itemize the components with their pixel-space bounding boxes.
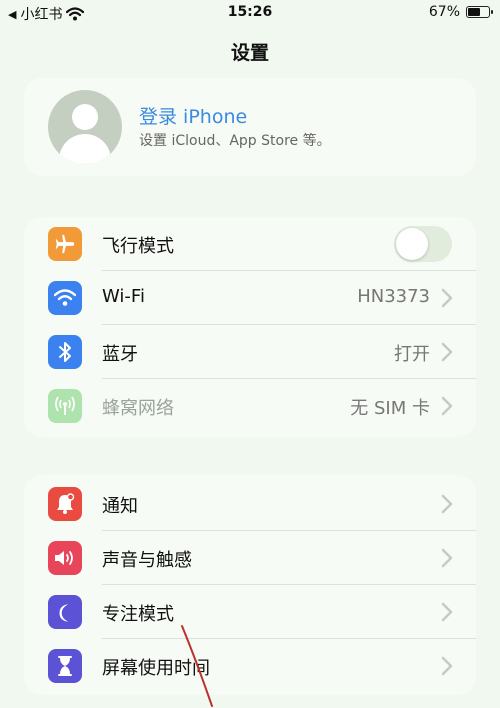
- notification-bell-icon: [48, 487, 82, 521]
- settings-row-bluetooth[interactable]: 蓝牙 打开: [24, 325, 476, 379]
- row-label: Wi-Fi: [102, 286, 145, 307]
- battery-icon: [466, 6, 493, 18]
- cellular-icon: [48, 389, 82, 423]
- page-title: 设置: [230, 42, 269, 64]
- moon-icon: [48, 595, 82, 629]
- row-label: 专注模式: [102, 604, 174, 625]
- speaker-icon: [48, 541, 82, 575]
- row-label: 通知: [102, 496, 138, 517]
- battery-percent: 67%: [428, 4, 460, 20]
- status-time: 15:26: [227, 4, 273, 20]
- chevron-right-icon: [441, 288, 453, 308]
- connectivity-group: 飞行模式 Wi-Fi HN3373 蓝牙 打开 蜂窝网络 无 SIM 卡: [24, 217, 476, 437]
- wifi-network-name: HN3373: [357, 286, 430, 307]
- cellular-status: 无 SIM 卡: [350, 398, 430, 419]
- bluetooth-status: 打开: [394, 344, 430, 365]
- settings-row-focus[interactable]: 专注模式: [24, 585, 476, 639]
- apple-id-sign-in-card[interactable]: 登录 iPhone 设置 iCloud、App Store 等。: [24, 78, 476, 176]
- airplane-mode-toggle[interactable]: [394, 226, 452, 262]
- settings-row-wifi[interactable]: Wi-Fi HN3373: [24, 271, 476, 325]
- general-settings-group: 通知 声音与触感 专注模式 屏幕使用时间: [24, 475, 476, 695]
- status-bar: ◀ 小红书 15:26 67%: [0, 0, 500, 26]
- row-label: 飞行模式: [102, 236, 174, 257]
- settings-row-sounds[interactable]: 声音与触感: [24, 531, 476, 585]
- sign-in-subtitle: 设置 iCloud、App Store 等。: [139, 133, 331, 149]
- row-label: 蓝牙: [102, 344, 138, 365]
- airplane-icon: [48, 227, 82, 261]
- toggle-knob: [396, 228, 428, 260]
- chevron-right-icon: [441, 548, 453, 568]
- avatar: [48, 90, 122, 164]
- battery-fill: [468, 8, 480, 16]
- hourglass-icon: [48, 649, 82, 683]
- sign-in-title: 登录 iPhone: [139, 106, 248, 128]
- avatar-head: [72, 104, 98, 130]
- chevron-right-icon: [441, 396, 453, 416]
- wifi-icon: [48, 281, 82, 315]
- settings-row-screen-time[interactable]: 屏幕使用时间: [24, 639, 476, 693]
- chevron-right-icon: [441, 656, 453, 676]
- chevron-right-icon: [441, 494, 453, 514]
- row-label: 声音与触感: [102, 550, 192, 571]
- settings-row-notifications[interactable]: 通知: [24, 477, 476, 531]
- row-label: 屏幕使用时间: [102, 658, 210, 679]
- row-label: 蜂窝网络: [102, 398, 174, 419]
- chevron-right-icon: [441, 602, 453, 622]
- battery-status: 67%: [428, 4, 493, 20]
- avatar-body: [59, 134, 111, 164]
- settings-row-cellular[interactable]: 蜂窝网络 无 SIM 卡: [24, 379, 476, 433]
- chevron-right-icon: [441, 342, 453, 362]
- settings-row-airplane-mode[interactable]: 飞行模式: [24, 217, 476, 271]
- bluetooth-icon: [48, 335, 82, 369]
